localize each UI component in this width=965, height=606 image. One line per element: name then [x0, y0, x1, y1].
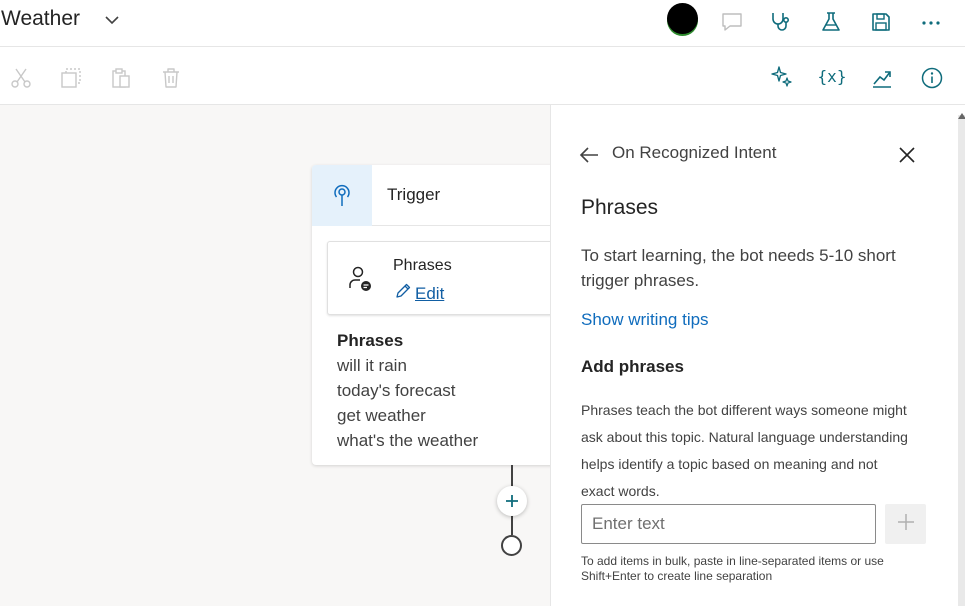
edit-phrases-link[interactable]: Edit — [394, 282, 444, 305]
close-icon[interactable] — [896, 144, 918, 166]
scroll-up-icon[interactable] — [958, 113, 965, 119]
list-item: what's the weather — [337, 431, 479, 450]
variable-icon[interactable]: {x} — [816, 64, 848, 88]
topic-title[interactable]: Weather — [1, 7, 80, 31]
sparkle-icon[interactable] — [770, 64, 794, 88]
add-phrase-button[interactable] — [885, 504, 926, 544]
add-node-button[interactable] — [497, 486, 527, 516]
info-icon[interactable] — [920, 66, 944, 90]
panel-title: Phrases — [581, 196, 659, 219]
chat-icon[interactable] — [719, 9, 745, 35]
save-icon[interactable] — [868, 9, 894, 35]
list-item: get weather — [337, 406, 426, 425]
pencil-icon — [394, 282, 412, 305]
properties-panel: On Recognized Intent Phrases To start le… — [550, 105, 965, 606]
trigger-icon — [312, 165, 372, 226]
trigger-node-header: Trigger — [312, 165, 550, 226]
avatar[interactable] — [667, 3, 698, 34]
add-phrases-title: Add phrases — [581, 357, 684, 376]
list-item: will it rain — [337, 356, 407, 375]
phrase-input[interactable] — [581, 504, 876, 544]
toolbar: {x} — [0, 47, 965, 105]
phrases-card[interactable]: Phrases Edit — [327, 241, 550, 315]
bulk-add-hint: To add items in bulk, paste in line-sepa… — [581, 554, 884, 583]
person-chat-icon — [346, 264, 376, 294]
phrases-list-title: Phrases — [337, 331, 404, 350]
delete-icon[interactable] — [159, 66, 183, 90]
cut-icon[interactable] — [9, 66, 33, 90]
phrases-list: Phrases will it rain today's forecast ge… — [337, 328, 478, 453]
chevron-down-icon[interactable] — [102, 12, 122, 28]
list-item: today's forecast — [337, 381, 456, 400]
top-bar: Weather — [0, 0, 965, 47]
analytics-icon[interactable] — [870, 66, 894, 90]
panel-header: On Recognized Intent — [612, 143, 777, 162]
copy-icon[interactable] — [59, 66, 83, 90]
show-writing-tips-link[interactable]: Show writing tips — [581, 310, 709, 330]
add-phrases-help: Phrases teach the bot different ways som… — [581, 402, 908, 499]
paste-icon[interactable] — [109, 66, 133, 90]
panel-scrollbar[interactable] — [958, 115, 965, 606]
stethoscope-icon[interactable] — [768, 9, 794, 35]
back-arrow-icon[interactable] — [578, 144, 600, 166]
trigger-title: Trigger — [387, 185, 441, 204]
panel-description: To start learning, the bot needs 5-10 sh… — [581, 246, 896, 290]
phrases-card-title: Phrases — [393, 257, 452, 274]
plus-icon — [896, 512, 916, 537]
end-node — [501, 535, 522, 556]
authoring-canvas[interactable]: Trigger Phrases Edit Phrases will it rai… — [0, 105, 550, 606]
edit-label: Edit — [415, 283, 445, 303]
flask-icon[interactable] — [818, 9, 844, 35]
trigger-node[interactable]: Trigger Phrases Edit Phrases will it rai… — [312, 165, 550, 465]
more-icon[interactable] — [918, 9, 944, 35]
